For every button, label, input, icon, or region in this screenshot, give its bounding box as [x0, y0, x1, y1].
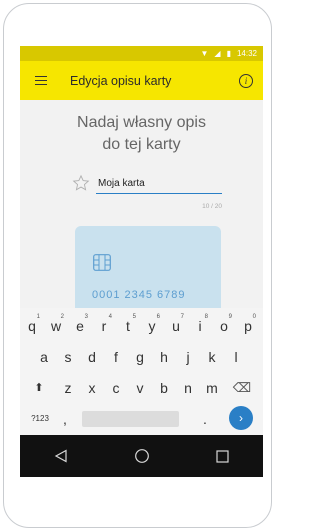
- key-label: p: [244, 317, 252, 334]
- navigation-bar: [20, 435, 263, 477]
- key-label: f: [114, 348, 118, 365]
- key-hint: 4: [108, 314, 112, 320]
- key-z[interactable]: z: [57, 372, 79, 403]
- key-k[interactable]: k: [201, 341, 223, 372]
- status-time: 14:32: [236, 49, 257, 58]
- key-hint: 6: [156, 314, 160, 320]
- key-hint: 5: [132, 314, 136, 320]
- key-label: c: [112, 379, 120, 396]
- key-a[interactable]: a: [33, 341, 55, 372]
- key-g[interactable]: g: [129, 341, 151, 372]
- key-label: n: [184, 379, 192, 396]
- key-y[interactable]: y6: [141, 310, 163, 341]
- key-j[interactable]: j: [177, 341, 199, 372]
- space-key[interactable]: [82, 411, 179, 427]
- key-label: d: [88, 348, 96, 365]
- key-label: l: [234, 348, 238, 365]
- screen: ▼ ◢ ▮ 14:32 Edycja opisu karty i Nadaj w…: [20, 46, 263, 477]
- card-number: 0001 2345 6789: [92, 289, 186, 301]
- keyboard-row-3: ⬆ zxcvbnm ⌫: [20, 372, 263, 403]
- key-m[interactable]: m: [201, 372, 223, 403]
- comma-key[interactable]: ,: [54, 403, 76, 434]
- key-d[interactable]: d: [81, 341, 103, 372]
- key-label: r: [101, 317, 107, 334]
- keyboard: q1w2e3r4t5y6u7i8o9p0 asdfghjkl ⬆ zxcvbnm…: [20, 308, 263, 435]
- key-w[interactable]: w2: [45, 310, 67, 341]
- key-q[interactable]: q1: [21, 310, 43, 341]
- chip-icon: [93, 254, 111, 271]
- key-label: g: [136, 348, 144, 365]
- description-heading: Nadaj własny opis do tej karty: [20, 112, 263, 156]
- keyboard-row-4: ?123 , . ›: [20, 403, 263, 434]
- keyboard-row-2: asd f gh j k l: [20, 341, 263, 372]
- home-icon[interactable]: [122, 435, 162, 477]
- key-label: q: [28, 317, 36, 334]
- key-n[interactable]: n: [177, 372, 199, 403]
- key-label: b: [160, 379, 168, 396]
- symbols-key[interactable]: ?123: [24, 403, 56, 434]
- menu-icon[interactable]: [26, 61, 56, 100]
- key-label: o: [220, 317, 228, 334]
- key-label: i: [198, 317, 202, 334]
- backspace-key[interactable]: ⌫: [229, 372, 255, 403]
- key-hint: 7: [180, 314, 184, 320]
- key-label: z: [64, 379, 72, 396]
- key-label: u: [172, 317, 180, 334]
- key-label: s: [64, 348, 72, 365]
- key-hint: 1: [36, 314, 40, 320]
- key-label: j: [186, 348, 190, 365]
- key-hint: 2: [60, 314, 64, 320]
- status-bar: ▼ ◢ ▮ 14:32: [20, 46, 263, 61]
- character-counter: 10 / 20: [202, 203, 222, 210]
- key-t[interactable]: t5: [117, 310, 139, 341]
- key-c[interactable]: c: [105, 372, 127, 403]
- page-title: Edycja opisu karty: [70, 73, 172, 88]
- key-hint: 3: [84, 314, 88, 320]
- key-r[interactable]: r4: [93, 310, 115, 341]
- key-l[interactable]: l: [225, 341, 247, 372]
- description-field-row: [72, 174, 222, 196]
- key-f[interactable]: f: [105, 341, 127, 372]
- key-s[interactable]: s: [57, 341, 79, 372]
- key-h[interactable]: h: [153, 341, 175, 372]
- heading-line-2: do tej karty: [102, 136, 181, 153]
- app-bar: Edycja opisu karty i: [20, 61, 263, 100]
- phone-frame: ▼ ◢ ▮ 14:32 Edycja opisu karty i Nadaj w…: [3, 3, 272, 528]
- key-label: t: [126, 317, 130, 334]
- shift-key[interactable]: ⬆: [26, 372, 52, 403]
- key-label: v: [136, 379, 144, 396]
- key-o[interactable]: o9: [213, 310, 235, 341]
- key-label: a: [40, 348, 48, 365]
- recents-icon[interactable]: [203, 435, 243, 477]
- key-label: e: [76, 317, 84, 334]
- star-icon: [72, 174, 90, 191]
- heading-line-1: Nadaj własny opis: [77, 114, 206, 131]
- key-e[interactable]: e3: [69, 310, 91, 341]
- key-x[interactable]: x: [81, 372, 103, 403]
- info-icon[interactable]: i: [239, 73, 253, 88]
- key-i[interactable]: i8: [189, 310, 211, 341]
- period-key[interactable]: .: [194, 403, 216, 434]
- keyboard-row-1: q1w2e3r4t5y6u7i8o9p0: [20, 310, 263, 341]
- signal-icon: ◢: [214, 48, 221, 58]
- battery-icon: ▮: [226, 48, 231, 58]
- key-hint: 8: [204, 314, 208, 320]
- key-label: w: [50, 317, 62, 334]
- key-p[interactable]: p0: [237, 310, 259, 341]
- key-hint: 0: [252, 314, 256, 320]
- key-b[interactable]: b: [153, 372, 175, 403]
- key-label: x: [88, 379, 96, 396]
- key-label: k: [208, 348, 216, 365]
- wifi-icon: ▼: [200, 48, 209, 58]
- key-label: m: [206, 379, 218, 396]
- enter-key[interactable]: ›: [229, 406, 253, 430]
- key-u[interactable]: u7: [165, 310, 187, 341]
- key-hint: 9: [228, 314, 232, 320]
- card-description-input[interactable]: [96, 174, 222, 194]
- key-v[interactable]: v: [129, 372, 151, 403]
- key-label: h: [160, 348, 168, 365]
- key-label: y: [148, 317, 156, 334]
- back-icon[interactable]: [41, 435, 81, 477]
